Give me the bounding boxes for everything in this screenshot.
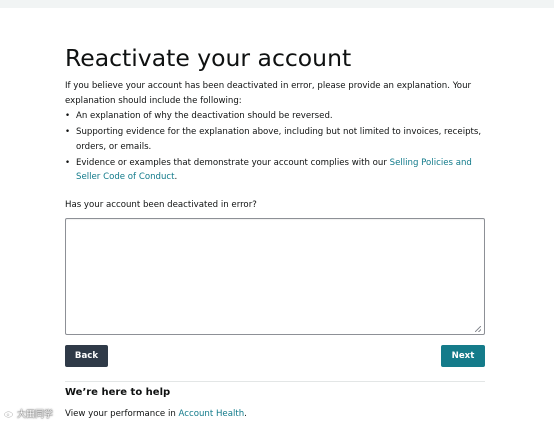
page-title: Reactivate your account (65, 44, 352, 72)
watermark: 大田同学 (4, 407, 53, 420)
divider (65, 381, 485, 382)
bullet-icon: • (65, 111, 71, 121)
next-button[interactable]: Next (441, 345, 485, 367)
bullet-icon: • (65, 127, 71, 137)
intro-text: If you believe your account has been dea… (65, 81, 472, 106)
bullet-icon: • (65, 157, 71, 168)
requirement-period: . (174, 172, 178, 182)
help-text: View your performance in Account Health. (65, 407, 247, 421)
back-button[interactable]: Back (65, 345, 108, 367)
top-band (0, 0, 554, 8)
account-health-link[interactable]: Account Health (179, 409, 245, 419)
requirement-text: Supporting evidence for the explanation … (76, 127, 482, 152)
requirement-text: Evidence or examples that demonstrate yo… (76, 157, 390, 168)
explanation-textarea[interactable] (65, 218, 485, 335)
weibo-icon (4, 409, 15, 418)
help-text-period: . (244, 409, 247, 419)
help-title: We’re here to help (65, 387, 171, 398)
resize-handle-icon[interactable] (475, 326, 481, 332)
watermark-text: 大田同学 (17, 410, 54, 420)
list-item: • Evidence or examples that demonstrate … (65, 156, 485, 185)
list-item: • An explanation of why the deactivation… (65, 109, 485, 124)
requirements-list: • An explanation of why the deactivation… (65, 109, 485, 186)
question-label: Has your account been deactivated in err… (65, 200, 257, 210)
help-text-prefix: View your performance in (65, 409, 179, 419)
requirement-text: An explanation of why the deactivation s… (76, 111, 333, 121)
list-item: • Supporting evidence for the explanatio… (65, 125, 485, 154)
